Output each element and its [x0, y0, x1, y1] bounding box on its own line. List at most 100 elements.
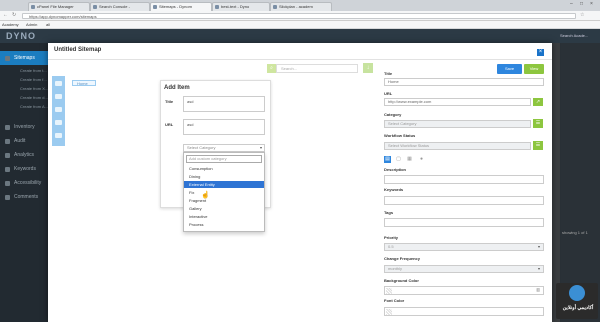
category-option[interactable]: Interactive — [184, 213, 264, 220]
keywords-icon — [5, 167, 10, 172]
category-option[interactable]: Process — [184, 221, 264, 228]
category-label: Category — [384, 112, 402, 117]
tab-cpanel[interactable]: cPanel File Manager — [28, 2, 90, 11]
reload-icon[interactable]: ↻ — [12, 12, 16, 18]
account-name[interactable]: Search Acade... — [560, 33, 588, 38]
nav-label: Comments — [14, 194, 39, 200]
nav-label: Sitemaps — [14, 55, 35, 61]
category-select[interactable]: Select Category ▾ — [183, 144, 265, 152]
nav-label: Analytics — [14, 152, 35, 158]
watermark-text: أكاديمي أونلاين — [562, 305, 594, 311]
tab-favicon — [215, 5, 219, 9]
browser-tab-bar: cPanel File Manager Search Console - Sit… — [0, 0, 600, 11]
add-item-url-input[interactable]: asd — [183, 119, 265, 135]
bookmark-academy[interactable]: Academy — [2, 21, 19, 29]
category-option[interactable]: Consumption — [184, 165, 264, 172]
keywords-label: Keywords — [384, 187, 404, 192]
settings-icon[interactable] — [55, 133, 62, 138]
search-icon[interactable]: ⌕ — [267, 64, 276, 73]
tags-input[interactable] — [384, 218, 544, 227]
add-item-title-label: Title — [165, 99, 174, 104]
link-icon[interactable]: ↗ — [533, 98, 543, 106]
page-background-right — [560, 43, 600, 322]
workflow-select[interactable]: Select Workflow Status — [384, 142, 531, 150]
category-select-text: Select Category — [187, 145, 216, 150]
save-button[interactable]: Save — [497, 64, 522, 74]
title-input[interactable]: Home — [384, 78, 544, 86]
maximize-icon[interactable]: □ — [580, 1, 583, 7]
category-option-highlighted[interactable]: External Entity — [184, 181, 264, 188]
tab-favicon — [153, 5, 157, 9]
close-window-icon[interactable]: × — [590, 1, 593, 7]
tab-label: cPanel File Manager — [37, 4, 74, 9]
category-option[interactable]: Gallery — [184, 205, 264, 212]
back-icon[interactable]: ← — [3, 12, 8, 18]
file-icon[interactable]: ▢ — [395, 156, 402, 163]
hand-cursor-icon: ☝ — [201, 192, 210, 199]
tab-best-text[interactable]: best-text - Dyno — [212, 2, 270, 11]
edit-icon[interactable] — [55, 107, 62, 112]
minimize-icon[interactable]: – — [570, 1, 573, 7]
tab-label: Search Console - — [99, 4, 130, 9]
change-frequency-label: Change Frequency — [384, 256, 421, 261]
add-item-title-input[interactable]: asd — [183, 96, 265, 112]
description-input[interactable] — [384, 175, 544, 184]
results-info: showing 1 of 1 — [562, 230, 588, 235]
tab-search-console[interactable]: Search Console - — [90, 2, 150, 11]
nav-label: Keywords — [14, 166, 36, 172]
url-label: URL — [384, 91, 393, 96]
add-page-icon[interactable] — [55, 81, 62, 86]
tab-sitemaps[interactable]: Sitemaps - Dynom — [150, 2, 212, 11]
chevron-down-icon: ▾ — [537, 266, 540, 271]
priority-value: 0.5 — [388, 244, 394, 249]
priority-label: Priority — [384, 235, 399, 240]
category-search-input[interactable]: Add custom category — [186, 155, 262, 163]
tab-slickplan[interactable]: Slickplan - academ — [270, 2, 332, 11]
add-item-title: Add Item — [164, 85, 190, 91]
close-icon[interactable]: × — [537, 49, 544, 56]
nav-label: Audit — [14, 138, 26, 144]
title-label: Title — [384, 71, 393, 76]
nav-label: Inventory — [14, 124, 35, 130]
bookmarks-bar: Academy Admin all — [0, 21, 600, 29]
category-option[interactable]: Dining — [184, 173, 264, 180]
keywords-input[interactable] — [384, 196, 544, 205]
home-node[interactable]: Home — [72, 80, 96, 86]
download-icon[interactable]: ↓ — [363, 63, 373, 73]
url-field[interactable]: https://app.dynomapper.com/sitemaps — [22, 13, 576, 19]
change-frequency-value: monthly — [388, 266, 403, 271]
watermark-icon — [569, 285, 585, 301]
change-frequency-select[interactable]: monthly ▾ — [384, 265, 544, 273]
list-icon[interactable]: ☰ — [533, 141, 543, 150]
analytics-icon — [5, 153, 10, 158]
background-color-label: Background Color — [384, 278, 419, 283]
font-color-input[interactable] — [384, 307, 544, 316]
canvas-toolbar — [52, 76, 65, 146]
chevron-down-icon: ▾ — [537, 244, 540, 249]
tab-label: best-text - Dyno — [221, 4, 250, 9]
trash-icon[interactable]: ▥ — [536, 287, 540, 293]
document-icon[interactable]: ▤ — [384, 156, 391, 163]
image-icon[interactable]: ▦ — [406, 156, 413, 163]
background-color-input[interactable]: ▥ — [384, 286, 544, 295]
color-swatch — [386, 288, 392, 294]
accessibility-icon — [5, 181, 10, 186]
comment-icon[interactable]: ● — [418, 156, 425, 163]
move-icon[interactable] — [55, 94, 62, 99]
priority-select[interactable]: 0.5 ▾ — [384, 243, 544, 251]
comment-icon[interactable] — [55, 120, 62, 125]
category-option[interactable]: Fragment — [184, 197, 264, 204]
list-icon[interactable]: ☰ — [533, 119, 543, 128]
bookmark-admin[interactable]: Admin — [26, 21, 37, 29]
form-category-select[interactable]: Select Category — [384, 120, 531, 128]
chevron-down-icon: ▾ — [259, 145, 262, 150]
sitemap-icon — [5, 56, 10, 61]
audit-icon — [5, 139, 10, 144]
search-input[interactable]: Search... — [276, 64, 358, 73]
view-button[interactable]: View — [524, 64, 544, 74]
color-swatch — [386, 309, 392, 315]
url-input[interactable]: http://www.example.com — [384, 98, 531, 106]
category-option[interactable]: Fix — [184, 189, 264, 196]
star-icon[interactable]: ☆ — [580, 12, 584, 18]
bookmark-all[interactable]: all — [46, 21, 50, 29]
